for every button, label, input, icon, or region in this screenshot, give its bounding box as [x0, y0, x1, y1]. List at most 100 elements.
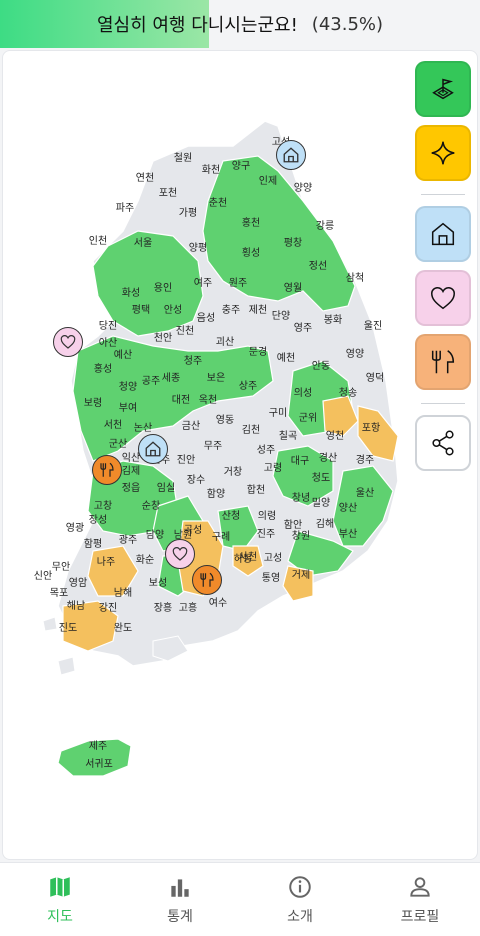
region-label: 음성 — [197, 312, 215, 324]
app: 열심히 여행 다니시는군요! (43.5%) 철원 화천 양구 인제 양양 연천… — [0, 0, 480, 936]
region-label: 제주 — [89, 740, 107, 752]
region-label: 세종 — [162, 372, 180, 384]
heart-filter-button[interactable] — [415, 270, 471, 326]
bottom-nav: 지도 통계 소개 프로필 — [0, 862, 480, 936]
nav-item-info[interactable]: 소개 — [240, 863, 360, 936]
korea-map[interactable]: 철원화천 양구인제고성 양양 연천포천파주 가평 춘천홍천 강릉인천 서울 양평 횡성 평창정선화성… — [3, 51, 478, 860]
region-label: 영동 — [216, 414, 234, 426]
food-filter-button[interactable] — [415, 334, 471, 390]
region-label: 목포 — [50, 587, 68, 599]
region-label: 울산 — [356, 487, 374, 499]
region-label: 공주 — [142, 375, 160, 387]
region-label: 구미 — [269, 407, 287, 419]
region-label: 강릉 — [316, 220, 334, 232]
region-label: 강진 — [99, 602, 117, 614]
region-label: 청주 — [184, 355, 202, 367]
region-label: 포천 — [159, 187, 177, 199]
region-label: 서귀포 — [85, 758, 113, 770]
region-label: 금산 — [182, 420, 200, 432]
region-label: 봉화 — [324, 314, 342, 326]
land-flag-button[interactable] — [415, 61, 471, 117]
toolbar-divider — [421, 403, 465, 404]
region-label: 장흥 — [154, 601, 172, 614]
region-label: 담양 — [146, 529, 164, 541]
region-label: 천안 — [154, 332, 172, 344]
region-label: 대구 — [291, 455, 309, 467]
region-label: 울진 — [364, 320, 382, 332]
region-label: 익산 — [122, 452, 140, 464]
region-label: 함양 — [207, 488, 225, 500]
food-marker[interactable] — [92, 455, 122, 485]
home-marker[interactable] — [276, 140, 306, 170]
sparkle-button[interactable] — [415, 125, 471, 181]
region-label: 장수 — [187, 474, 205, 486]
region-label: 영양 — [346, 348, 364, 360]
map-icon — [50, 876, 70, 897]
progress-percent: (43.5%) — [311, 13, 384, 35]
nav-item-map[interactable]: 지도 — [0, 863, 120, 936]
heart-marker[interactable] — [53, 327, 83, 357]
region-label: 해남 — [67, 599, 85, 612]
region-label: 김해 — [316, 517, 334, 530]
region-label: 거창 — [224, 466, 242, 478]
region-label: 신안 — [34, 570, 52, 582]
nav-item-stats[interactable]: 통계 — [120, 863, 240, 936]
home-filter-button[interactable] — [415, 206, 471, 262]
region-label: 영월 — [284, 282, 302, 294]
toolbar-divider — [421, 194, 465, 195]
region-label: 장성 — [89, 514, 107, 526]
region-label: 정선 — [309, 260, 327, 272]
region-label: 파주 — [116, 202, 134, 214]
region-label: 진천 — [176, 325, 194, 337]
region-label: 거제 — [292, 569, 310, 581]
region-label: 성주 — [257, 444, 275, 456]
region-label: 안동 — [312, 360, 330, 372]
region-label: 홍성 — [94, 362, 112, 375]
region-label: 의성 — [294, 387, 312, 399]
region-label: 용인 — [154, 282, 172, 294]
region-label: 나주 — [97, 556, 115, 568]
region-label: 양산 — [339, 502, 357, 514]
region-label: 평택 — [132, 304, 150, 316]
map-card[interactable]: 철원화천 양구인제고성 양양 연천포천파주 가평 춘천홍천 강릉인천 서울 양평 횡성 평창정선화성… — [2, 50, 478, 860]
region-label: 함평 — [84, 538, 102, 550]
region-label: 양양 — [294, 182, 312, 194]
region-label: 안성 — [164, 304, 182, 316]
nav-item-profile[interactable]: 프로필 — [360, 863, 480, 936]
region-label: 양평 — [189, 242, 207, 254]
region-label: 무주 — [204, 441, 222, 452]
region-label: 충주 — [222, 304, 240, 316]
region-label: 합천 — [247, 484, 265, 496]
home-marker[interactable] — [138, 434, 168, 464]
region-label: 진주 — [257, 528, 275, 540]
region-label: 경산 — [319, 451, 337, 464]
region-label: 창녕 — [292, 492, 310, 504]
info-icon — [289, 875, 311, 898]
region-label: 단양 — [272, 310, 290, 322]
region-label: 무안 — [52, 561, 70, 573]
region-label: 구례 — [212, 531, 230, 543]
region-label: 보령 — [84, 397, 102, 409]
heart-icon — [172, 547, 188, 561]
region-label: 진안 — [177, 454, 195, 466]
region-label: 순창 — [142, 500, 160, 512]
region-label: 포항 — [362, 422, 380, 434]
region-label: 화순 — [136, 554, 154, 566]
heart-marker[interactable] — [165, 539, 195, 569]
region-label: 영천 — [326, 430, 344, 442]
nav-label-info: 소개 — [287, 908, 313, 925]
food-marker[interactable] — [192, 565, 222, 595]
region-label: 예산 — [114, 349, 132, 361]
region-label: 임실 — [157, 481, 175, 494]
region-label: 평창 — [284, 237, 302, 249]
progress-bar: 열심히 여행 다니시는군요! (43.5%) — [0, 0, 480, 48]
region-label: 군산 — [109, 438, 127, 450]
region-label: 횡성 — [242, 247, 260, 259]
region-label: 여수 — [209, 597, 227, 609]
region-label: 당진 — [99, 320, 117, 332]
region-label: 정읍 — [122, 482, 140, 494]
person-icon — [410, 876, 430, 897]
region-label: 군위 — [299, 411, 317, 424]
region-label: 철원 — [174, 152, 192, 164]
share-button[interactable] — [415, 415, 471, 471]
